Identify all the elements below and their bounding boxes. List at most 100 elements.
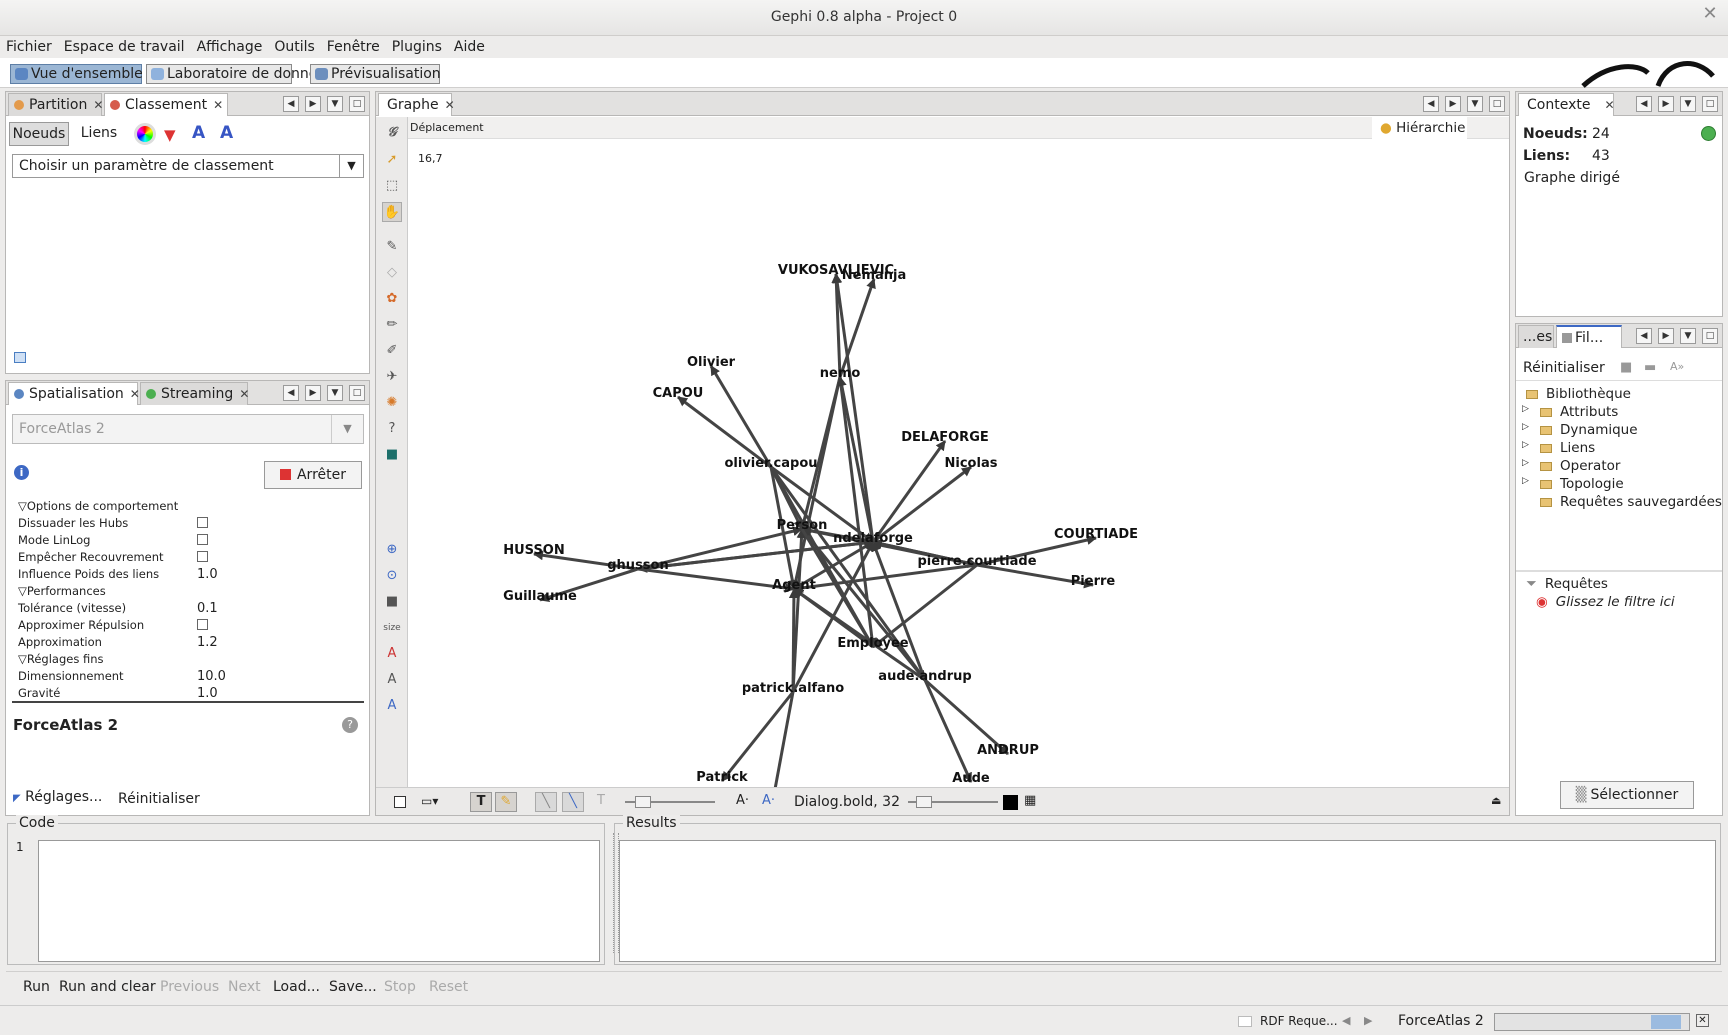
show-labels-icon[interactable]: T — [470, 792, 492, 812]
graph-edge[interactable] — [709, 365, 773, 468]
run-button[interactable]: Run — [23, 979, 50, 995]
graph-node-label[interactable]: CAPOU — [653, 386, 704, 401]
expand-icon[interactable]: ⏏ — [1491, 794, 1501, 807]
cancel-task-icon[interactable]: ✕ — [1696, 1014, 1709, 1027]
next-icon[interactable]: ▶ — [1658, 96, 1674, 112]
heat-graph-icon[interactable]: ✺ — [382, 393, 402, 413]
close-tab-icon[interactable]: ✕ — [239, 387, 249, 401]
stop-script-button[interactable]: Stop — [384, 979, 416, 995]
tab-streaming[interactable]: Streaming ✕ — [140, 382, 249, 405]
dropdown-icon[interactable]: ▼ — [327, 96, 343, 112]
hierarchy-button[interactable]: ● Hiérarchie — [1372, 117, 1467, 139]
stop-button[interactable]: Arrêter — [264, 461, 362, 489]
dissuade-hubs-checkbox[interactable] — [197, 517, 208, 528]
font-size-icon[interactable]: A — [382, 670, 402, 690]
filter-category-dynamic[interactable]: ▷ Dynamique — [1522, 422, 1638, 438]
tab-graph[interactable]: Graphe ✕ — [378, 93, 455, 116]
label-size-slider[interactable] — [625, 796, 715, 808]
next-icon[interactable]: ▶ — [305, 385, 321, 401]
label-size-mode-icon[interactable]: T — [597, 793, 605, 808]
refresh-icon[interactable] — [1701, 126, 1716, 141]
nodes-toggle[interactable]: Noeuds — [9, 122, 69, 146]
splitter[interactable] — [1516, 570, 1722, 572]
slider-thumb[interactable] — [916, 796, 932, 808]
library-node[interactable]: Bibliothèque — [1526, 386, 1631, 402]
dropdown-icon[interactable]: ▼ — [1680, 96, 1696, 112]
menu-fichier[interactable]: Fichier — [0, 36, 58, 58]
tolerance-value[interactable]: 0.1 — [197, 601, 218, 616]
edge-pencil-icon[interactable]: ✐ — [382, 341, 402, 361]
gravity-value[interactable]: 1.0 — [197, 686, 218, 701]
tab-partition[interactable]: Partition ✕ — [8, 93, 103, 116]
filters-reset-button[interactable]: Réinitialiser — [1523, 360, 1605, 376]
shortest-path-icon[interactable]: ✈ — [382, 367, 402, 387]
node-info-icon[interactable]: ■ — [382, 445, 402, 465]
approx-repulsion-checkbox[interactable] — [197, 619, 208, 630]
reset-button[interactable]: Reset — [429, 979, 468, 995]
filter-category-saved-queries[interactable]: Requêtes sauvegardées — [1540, 494, 1722, 510]
label-color-swatch[interactable] — [1003, 795, 1018, 810]
workspace-datalab-button[interactable]: Laboratoire de données — [146, 64, 333, 84]
graph-node-label[interactable]: ndelaforge — [833, 531, 913, 546]
graph-node-label[interactable]: Patrick — [696, 770, 748, 785]
prev-icon[interactable]: ◀ — [1636, 328, 1652, 344]
group-performance[interactable]: ▽Performances — [18, 584, 106, 598]
menu-espace-de-travail[interactable]: Espace de travail — [58, 36, 191, 58]
dropdown-icon[interactable]: ▼ — [327, 385, 343, 401]
graph-edge[interactable] — [871, 440, 947, 543]
approximation-value[interactable]: 1.2 — [197, 635, 218, 650]
chevron-down-icon[interactable]: ▼ — [331, 415, 363, 443]
pencil-icon[interactable]: ✏ — [382, 315, 402, 335]
screenshot-icon[interactable] — [394, 796, 406, 808]
node-size-label-icon[interactable]: ✎ — [495, 792, 517, 812]
graph-edge[interactable] — [637, 538, 874, 571]
next-task-icon[interactable]: ▶ — [1364, 1014, 1372, 1027]
graph-edge[interactable] — [788, 588, 799, 693]
graph-node-label[interactable]: Guillaume — [503, 589, 577, 604]
close-tab-icon[interactable]: ✕ — [93, 98, 103, 112]
layout-presets-button[interactable]: ◤ Réglages... — [13, 789, 102, 805]
filter-category-edges[interactable]: ▷ Liens — [1522, 440, 1595, 456]
graph-node-label[interactable]: DELAFORGE — [901, 430, 989, 445]
workspace-preview-button[interactable]: Prévisualisation — [310, 64, 441, 84]
run-and-clear-button[interactable]: Run and clear — [59, 979, 156, 995]
font-color-icon[interactable]: A — [382, 644, 402, 664]
menu-plugins[interactable]: Plugins — [386, 36, 448, 58]
menu-fenetre[interactable]: Fenêtre — [321, 36, 386, 58]
layout-reset-button[interactable]: Réinitialiser — [118, 791, 200, 807]
prev-icon[interactable]: ◀ — [1636, 96, 1652, 112]
edges-toggle[interactable]: Liens — [72, 122, 126, 146]
help-icon[interactable]: ? — [342, 717, 358, 733]
slider-thumb[interactable] — [635, 796, 651, 808]
filter-category-operator[interactable]: ▷ Operator — [1522, 458, 1620, 474]
graph-node-label[interactable]: pierre.courtiade — [917, 554, 1036, 569]
drag-icon[interactable]: ✋ — [382, 202, 402, 222]
tab-classement[interactable]: Classement ✕ — [104, 93, 228, 116]
size-icon[interactable]: ▼ — [164, 126, 176, 144]
center-graph-icon[interactable]: ⊕ — [382, 540, 402, 560]
graph-node-label[interactable]: patrick.alfano — [742, 681, 844, 696]
linlog-checkbox[interactable] — [197, 534, 208, 545]
graph-node-label[interactable]: Person — [777, 518, 828, 533]
ranking-parameter-select[interactable]: Choisir un paramètre de classement ▼ — [12, 154, 364, 178]
workspace-overview-button[interactable]: Vue d'ensemble — [10, 64, 143, 84]
maximize-icon[interactable]: □ — [1702, 96, 1718, 112]
tab-statistics[interactable]: ...es — [1518, 325, 1554, 348]
zoom-icon[interactable]: ⊙ — [382, 566, 402, 586]
graph-node-label[interactable]: ANDRUP — [977, 743, 1039, 758]
graph-node-label[interactable]: Agent — [772, 578, 816, 593]
filter-category-attributes[interactable]: ▷ Attributs — [1522, 404, 1618, 420]
menu-affichage[interactable]: Affichage — [191, 36, 269, 58]
graph-node-label[interactable]: Pierre — [1071, 574, 1116, 589]
close-tab-icon[interactable]: ✕ — [130, 387, 140, 401]
select-button[interactable]: ▒ Sélectionner — [1560, 781, 1694, 809]
font-size-slider[interactable] — [908, 796, 998, 808]
previous-button[interactable]: Previous — [160, 979, 219, 995]
label-size-icon[interactable]: A — [220, 123, 233, 143]
font-selector[interactable]: Dialog.bold, 32 — [794, 794, 900, 810]
graph-node-label[interactable]: Nicolas — [945, 456, 998, 471]
export-filter-icon[interactable]: ▬ — [1644, 360, 1656, 375]
graph-edge[interactable] — [720, 691, 795, 782]
prev-icon[interactable]: ◀ — [283, 96, 299, 112]
graph-node-label[interactable]: nemo — [820, 366, 861, 381]
